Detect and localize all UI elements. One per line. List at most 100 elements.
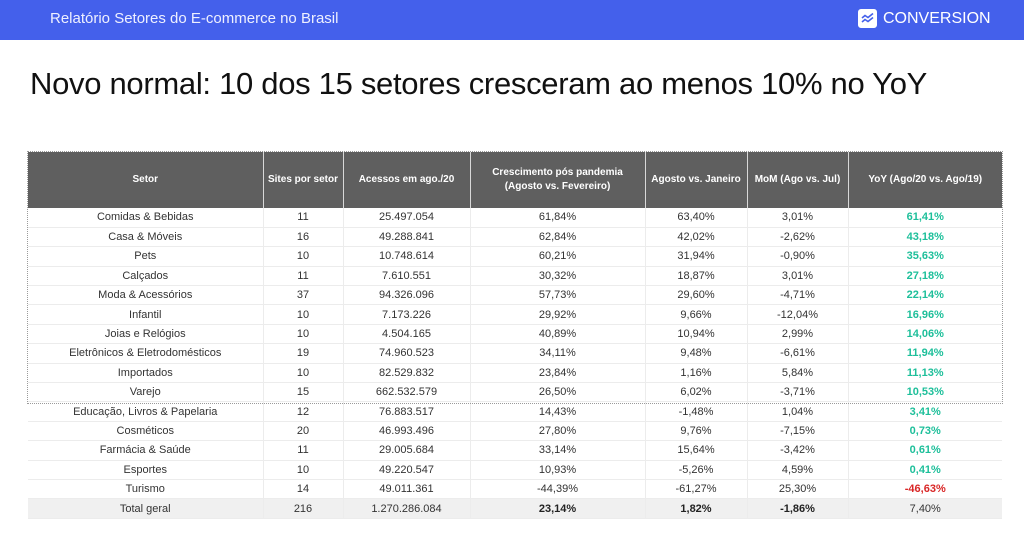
- table-body: Comidas & Bebidas 11 25.497.054 61,84% 63,40…: [28, 208, 1002, 519]
- total-cell-setor: Total geral: [28, 498, 264, 519]
- cell-ago-jan: 63,40%: [645, 208, 748, 228]
- cell-mom: 1,04%: [747, 401, 849, 422]
- cell-pos-pandemia: 27,80%: [470, 421, 646, 442]
- cell-ago-jan: 6,02%: [645, 382, 748, 403]
- cell-pos-pandemia: 60,21%: [470, 246, 646, 267]
- total-cell-mom: -1,86%: [747, 498, 849, 519]
- cell-ago-jan: 18,87%: [645, 266, 748, 287]
- cell-pos-pandemia: 10,93%: [470, 460, 646, 480]
- cell-yoy: 11,94%: [848, 343, 1002, 364]
- cell-sites: 37: [263, 285, 344, 306]
- cell-sites: 11: [263, 440, 344, 461]
- cell-sites: 16: [263, 227, 344, 248]
- cell-setor: Esportes: [28, 460, 264, 480]
- cell-pos-pandemia: 30,32%: [470, 266, 646, 287]
- cell-mom: -6,61%: [747, 343, 849, 364]
- table-row: Comidas & Bebidas 11 25.497.054 61,84% 63,40…: [28, 208, 1002, 228]
- brand-name: CONVERSION: [883, 9, 991, 27]
- cell-pos-pandemia: 62,84%: [470, 227, 646, 248]
- table-row: Farmácia & Saúde 11 29.005.684 33,14% 15,64%…: [28, 440, 1002, 461]
- cell-yoy: 61,41%: [848, 208, 1002, 228]
- total-cell-ago-jan: 1,82%: [645, 498, 748, 519]
- cell-mom: -12,04%: [747, 304, 849, 325]
- cell-mom: -4,71%: [747, 285, 849, 306]
- cell-ago-jan: 9,76%: [645, 421, 748, 442]
- table-row: Joias e Relógios 10 4.504.165 40,89% 10,94% 2…: [28, 324, 1002, 345]
- table-row: Casa & Móveis 16 49.288.841 62,84% 42,02% -2,…: [28, 227, 1002, 248]
- cell-setor: Eletrônicos & Eletrodomésticos: [28, 343, 264, 364]
- cell-pos-pandemia: -44,39%: [470, 479, 646, 500]
- cell-setor: Moda & Acessórios: [28, 285, 264, 306]
- table-row: Varejo 15 662.532.579 26,50% 6,02% -3,71% 10,5…: [28, 382, 1002, 403]
- cell-yoy: 16,96%: [848, 304, 1002, 325]
- report-title: Relatório Setores do E-commerce no Brasi…: [50, 10, 339, 27]
- cell-setor: Infantil: [28, 304, 264, 325]
- cell-ago-jan: 15,64%: [645, 440, 748, 461]
- page-headline: Novo normal: 10 dos 15 setores cresceram…: [30, 66, 928, 101]
- cell-yoy: 0,41%: [848, 460, 1002, 480]
- cell-sites: 10: [263, 460, 344, 480]
- cell-mom: 5,84%: [747, 363, 849, 384]
- cell-yoy: 0,61%: [848, 440, 1002, 461]
- cell-sites: 12: [263, 401, 344, 422]
- cell-mom: 25,30%: [747, 479, 849, 500]
- cell-ago-jan: 31,94%: [645, 246, 748, 267]
- cell-sites: 19: [263, 343, 344, 364]
- table-row: Moda & Acessórios 37 94.326.096 57,73% 29,60…: [28, 285, 1002, 306]
- cell-ago-jan: 9,48%: [645, 343, 748, 364]
- table-row: Eletrônicos & Eletrodomésticos 19 74.960.5…: [28, 343, 1002, 364]
- cell-pos-pandemia: 34,11%: [470, 343, 646, 364]
- table-row: Cosméticos 20 46.993.496 27,80% 9,76% -7,15% 0…: [28, 421, 1002, 442]
- cell-yoy: 43,18%: [848, 227, 1002, 248]
- table-row: Calçados 11 7.610.551 30,32% 18,87% 3,01% 27,1…: [28, 266, 1002, 287]
- cell-ago-jan: 1,16%: [645, 363, 748, 384]
- cell-mom: -3,71%: [747, 382, 849, 403]
- cell-acessos: 662.532.579: [343, 382, 471, 403]
- table-header-row: Setor Sites por setor Acessos em ago./20…: [28, 152, 1002, 208]
- cell-pos-pandemia: 23,84%: [470, 363, 646, 384]
- cell-pos-pandemia: 26,50%: [470, 382, 646, 403]
- cell-pos-pandemia: 33,14%: [470, 440, 646, 461]
- total-cell-sites: 216: [263, 498, 344, 519]
- cell-sites: 11: [263, 208, 344, 228]
- top-bar: Relatório Setores do E-commerce no Brasi…: [0, 0, 1024, 40]
- cell-mom: -3,42%: [747, 440, 849, 461]
- cell-sites: 10: [263, 246, 344, 267]
- cell-sites: 10: [263, 363, 344, 384]
- cell-setor: Casa & Móveis: [28, 227, 264, 248]
- cell-yoy: 35,63%: [848, 246, 1002, 267]
- cell-pos-pandemia: 14,43%: [470, 401, 646, 422]
- cell-acessos: 29.005.684: [343, 440, 471, 461]
- cell-mom: 3,01%: [747, 208, 849, 228]
- cell-yoy: 0,73%: [848, 421, 1002, 442]
- cell-sites: 11: [263, 266, 344, 287]
- cell-sites: 10: [263, 304, 344, 325]
- cell-ago-jan: 9,66%: [645, 304, 748, 325]
- cell-acessos: 94.326.096: [343, 285, 471, 306]
- cell-setor: Calçados: [28, 266, 264, 287]
- sector-table-wrapper: Setor Sites por setor Acessos em ago./20…: [28, 152, 1002, 519]
- cell-sites: 14: [263, 479, 344, 500]
- cell-acessos: 7.173.226: [343, 304, 471, 325]
- cell-mom: -2,62%: [747, 227, 849, 248]
- cell-yoy: 27,18%: [848, 266, 1002, 287]
- table-row: Importados 10 82.529.832 23,84% 1,16% 5,84% 11…: [28, 363, 1002, 384]
- cell-acessos: 49.288.841: [343, 227, 471, 248]
- cell-setor: Joias e Relógios: [28, 324, 264, 345]
- cell-setor: Turismo: [28, 479, 264, 500]
- cell-setor: Comidas & Bebidas: [28, 208, 264, 228]
- total-cell-pos-pandemia: 23,14%: [470, 498, 646, 519]
- cell-mom: -0,90%: [747, 246, 849, 267]
- table-row: Pets 10 10.748.614 60,21% 31,94% -0,90% 35,63%: [28, 246, 1002, 267]
- cell-sites: 20: [263, 421, 344, 442]
- sector-table: Setor Sites por setor Acessos em ago./20…: [28, 152, 1002, 519]
- cell-yoy: -46,63%: [848, 479, 1002, 500]
- cell-acessos: 25.497.054: [343, 208, 471, 228]
- cell-yoy: 3,41%: [848, 401, 1002, 422]
- cell-mom: -7,15%: [747, 421, 849, 442]
- cell-acessos: 46.993.496: [343, 421, 471, 442]
- cell-setor: Varejo: [28, 382, 264, 403]
- cell-acessos: 82.529.832: [343, 363, 471, 384]
- cell-ago-jan: 10,94%: [645, 324, 748, 345]
- cell-ago-jan: -5,26%: [645, 460, 748, 480]
